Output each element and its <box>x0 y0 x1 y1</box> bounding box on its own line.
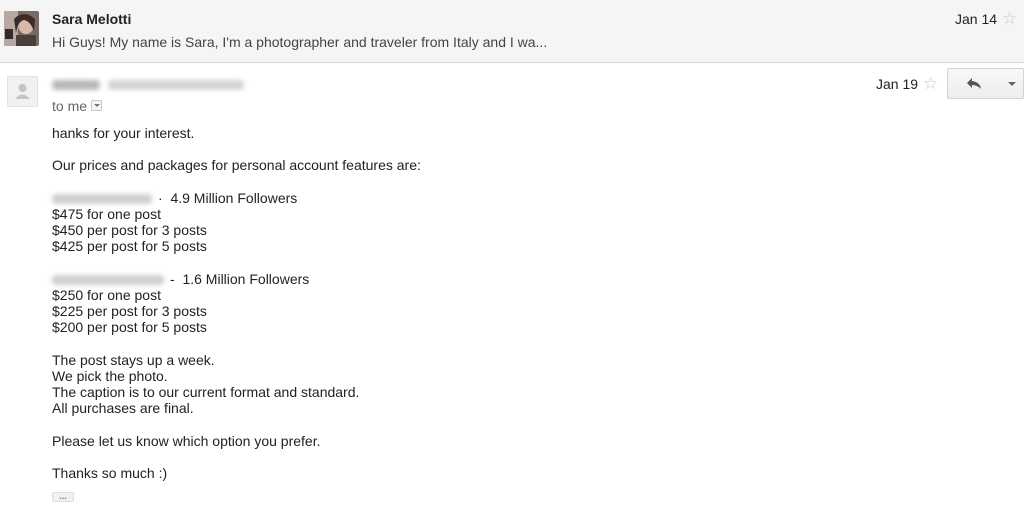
sender-avatar-placeholder <box>7 76 38 107</box>
price-line: $475 for one post <box>52 205 161 222</box>
sender-redacted <box>52 77 252 93</box>
signoff-line: Thanks so much :) <box>52 464 168 481</box>
request-line: Please let us know which option you pref… <box>52 432 321 449</box>
terms-line: All purchases are final. <box>52 400 194 417</box>
package1-header: · 4.9 Million Followers <box>52 190 952 206</box>
more-options-button[interactable] <box>999 68 1024 99</box>
price-line: $225 per post for 3 posts <box>52 303 207 320</box>
redacted-sender-email <box>108 80 244 90</box>
star-icon[interactable]: ☆ <box>1002 10 1017 27</box>
message-snippet: Hi Guys! My name is Sara, I'm a photogra… <box>52 34 548 50</box>
terms-line: The post stays up a week. <box>52 351 215 368</box>
package2-header: - 1.6 Million Followers <box>52 271 952 287</box>
star-icon[interactable]: ☆ <box>923 75 938 92</box>
reply-button[interactable] <box>947 68 1000 99</box>
greeting-line: hanks for your interest. <box>52 125 195 141</box>
redacted-account-name <box>52 274 164 285</box>
intro-line: Our prices and packages for personal acc… <box>52 157 421 174</box>
message-body: hanks for your interest. Our prices and … <box>52 125 952 481</box>
show-trimmed-content-button[interactable]: ... <box>52 492 74 502</box>
terms-line: We pick the photo. <box>52 367 168 384</box>
price-line: $200 per post for 5 posts <box>52 319 207 336</box>
price-line: $425 per post for 5 posts <box>52 238 207 255</box>
show-details-caret-icon[interactable] <box>91 100 102 111</box>
price-line: $250 for one post <box>52 286 161 303</box>
message-date: Jan 14 <box>955 11 998 27</box>
terms-line: The caption is to our current format and… <box>52 384 360 400</box>
collapsed-message[interactable]: Sara Melotti Hi Guys! My name is Sara, I… <box>0 0 1024 63</box>
reply-arrow-icon <box>967 78 981 89</box>
message-date: Jan 19 <box>876 76 919 92</box>
sender-name: Sara Melotti <box>52 11 132 27</box>
price-line: $450 per post for 3 posts <box>52 222 207 239</box>
recipient-label: to me <box>52 98 88 114</box>
redacted-account-name <box>52 194 152 205</box>
package1-followers: · 4.9 Million Followers <box>158 189 298 206</box>
package2-followers: - 1.6 Million Followers <box>170 270 310 287</box>
sender-avatar <box>4 11 39 46</box>
redacted-sender-name <box>52 80 100 90</box>
